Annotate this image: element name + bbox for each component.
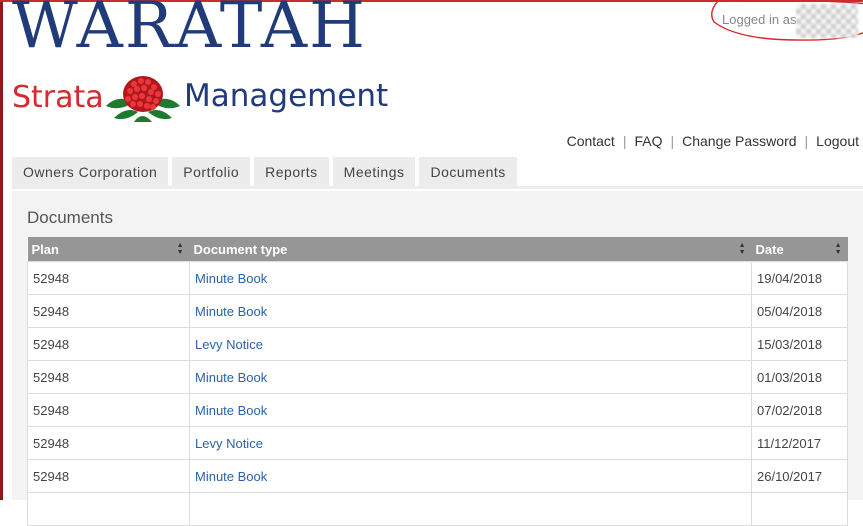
column-header-date[interactable]: Date ▲ ▼ — [751, 237, 848, 262]
document-link[interactable]: Minute Book — [195, 469, 267, 484]
faq-link[interactable]: FAQ — [634, 133, 662, 149]
document-type-cell: Levy Notice — [189, 327, 752, 361]
column-header-label: Document type — [193, 241, 288, 257]
plan-cell: 52948 — [27, 426, 190, 460]
date-cell: 11/12/2017 — [751, 426, 848, 460]
waratah-flower-icon — [106, 76, 180, 122]
tab-reports[interactable]: Reports — [254, 157, 329, 186]
document-type-cell: Minute Book — [189, 360, 752, 394]
date-cell: 26/10/2017 — [751, 459, 848, 493]
tab-meetings[interactable]: Meetings — [332, 157, 416, 186]
sort-icon: ▲ ▼ — [738, 242, 746, 256]
column-header-label: Plan — [31, 241, 59, 257]
table-row: 52948 Minute Book 05/04/2018 — [27, 294, 848, 328]
table-row: 52948 Minute Book 26/10/2017 — [27, 459, 848, 493]
logo-strata-text: Strata — [12, 80, 104, 115]
document-type-cell — [189, 492, 752, 526]
tab-portfolio[interactable]: Portfolio — [172, 157, 251, 186]
waratah-logo[interactable]: WARATAH Strata Management — [12, 0, 402, 125]
table-row: 52948 Levy Notice 11/12/2017 — [27, 426, 848, 460]
date-cell: 05/04/2018 — [751, 294, 848, 328]
date-cell: 01/03/2018 — [751, 360, 848, 394]
logout-link[interactable]: Logout — [816, 133, 859, 149]
document-link[interactable]: Levy Notice — [195, 436, 263, 451]
link-separator: | — [622, 133, 627, 149]
tab-owners-corporation[interactable]: Owners Corporation — [12, 157, 169, 186]
logo-management-text: Management — [184, 78, 389, 114]
documents-panel: Documents Plan ▲ ▼ Document type ▲ ▼ Date … — [12, 191, 863, 526]
plan-cell: 52948 — [27, 327, 190, 361]
page-title: Documents — [27, 208, 113, 227]
date-cell: 19/04/2018 — [751, 261, 848, 295]
plan-cell: 52948 — [27, 393, 190, 427]
document-link[interactable]: Minute Book — [195, 370, 267, 385]
plan-cell: 52948 — [27, 459, 190, 493]
date-cell: 07/02/2018 — [751, 393, 848, 427]
top-links: Contact | FAQ | Change Password | Logout — [567, 133, 859, 149]
window-frame-left — [0, 0, 3, 500]
document-link[interactable]: Minute Book — [195, 403, 267, 418]
table-row: 52948 Minute Book 01/03/2018 — [27, 360, 848, 394]
main-nav: Owners Corporation Portfolio Reports Mee… — [12, 157, 863, 189]
logged-in-indicator: Logged in as — [708, 0, 863, 42]
plan-cell: 52948 — [27, 261, 190, 295]
contact-link[interactable]: Contact — [567, 133, 615, 149]
date-cell: 15/03/2018 — [751, 327, 848, 361]
tab-documents[interactable]: Documents — [419, 157, 517, 186]
column-header-document-type[interactable]: Document type ▲ ▼ — [189, 237, 752, 262]
document-type-cell: Minute Book — [189, 294, 752, 328]
plan-cell — [27, 492, 190, 526]
document-type-cell: Minute Book — [189, 459, 752, 493]
document-type-cell: Minute Book — [189, 261, 752, 295]
sort-icon: ▲ ▼ — [834, 242, 842, 256]
logo-title: WARATAH — [12, 0, 367, 63]
column-header-label: Date — [755, 241, 784, 257]
link-separator: | — [670, 133, 675, 149]
table-row: 52948 Minute Book 07/02/2018 — [27, 393, 848, 427]
sort-icon: ▲ ▼ — [176, 242, 184, 256]
change-password-link[interactable]: Change Password — [682, 133, 796, 149]
link-separator: | — [804, 133, 809, 149]
document-type-cell: Levy Notice — [189, 426, 752, 460]
plan-cell: 52948 — [27, 360, 190, 394]
document-link[interactable]: Minute Book — [195, 271, 267, 286]
table-row: 52948 Levy Notice 15/03/2018 — [27, 327, 848, 361]
table-row: 52948 Minute Book 19/04/2018 — [27, 261, 848, 295]
documents-table: Plan ▲ ▼ Document type ▲ ▼ Date ▲ ▼ 52948 M… — [27, 237, 848, 526]
date-cell — [751, 492, 848, 526]
column-header-plan[interactable]: Plan ▲ ▼ — [27, 237, 190, 262]
logged-in-label: Logged in as — [722, 12, 797, 27]
document-link[interactable]: Levy Notice — [195, 337, 263, 352]
document-type-cell: Minute Book — [189, 393, 752, 427]
document-link[interactable]: Minute Book — [195, 304, 267, 319]
table-row — [27, 492, 848, 526]
redacted-username — [796, 4, 858, 38]
plan-cell: 52948 — [27, 294, 190, 328]
